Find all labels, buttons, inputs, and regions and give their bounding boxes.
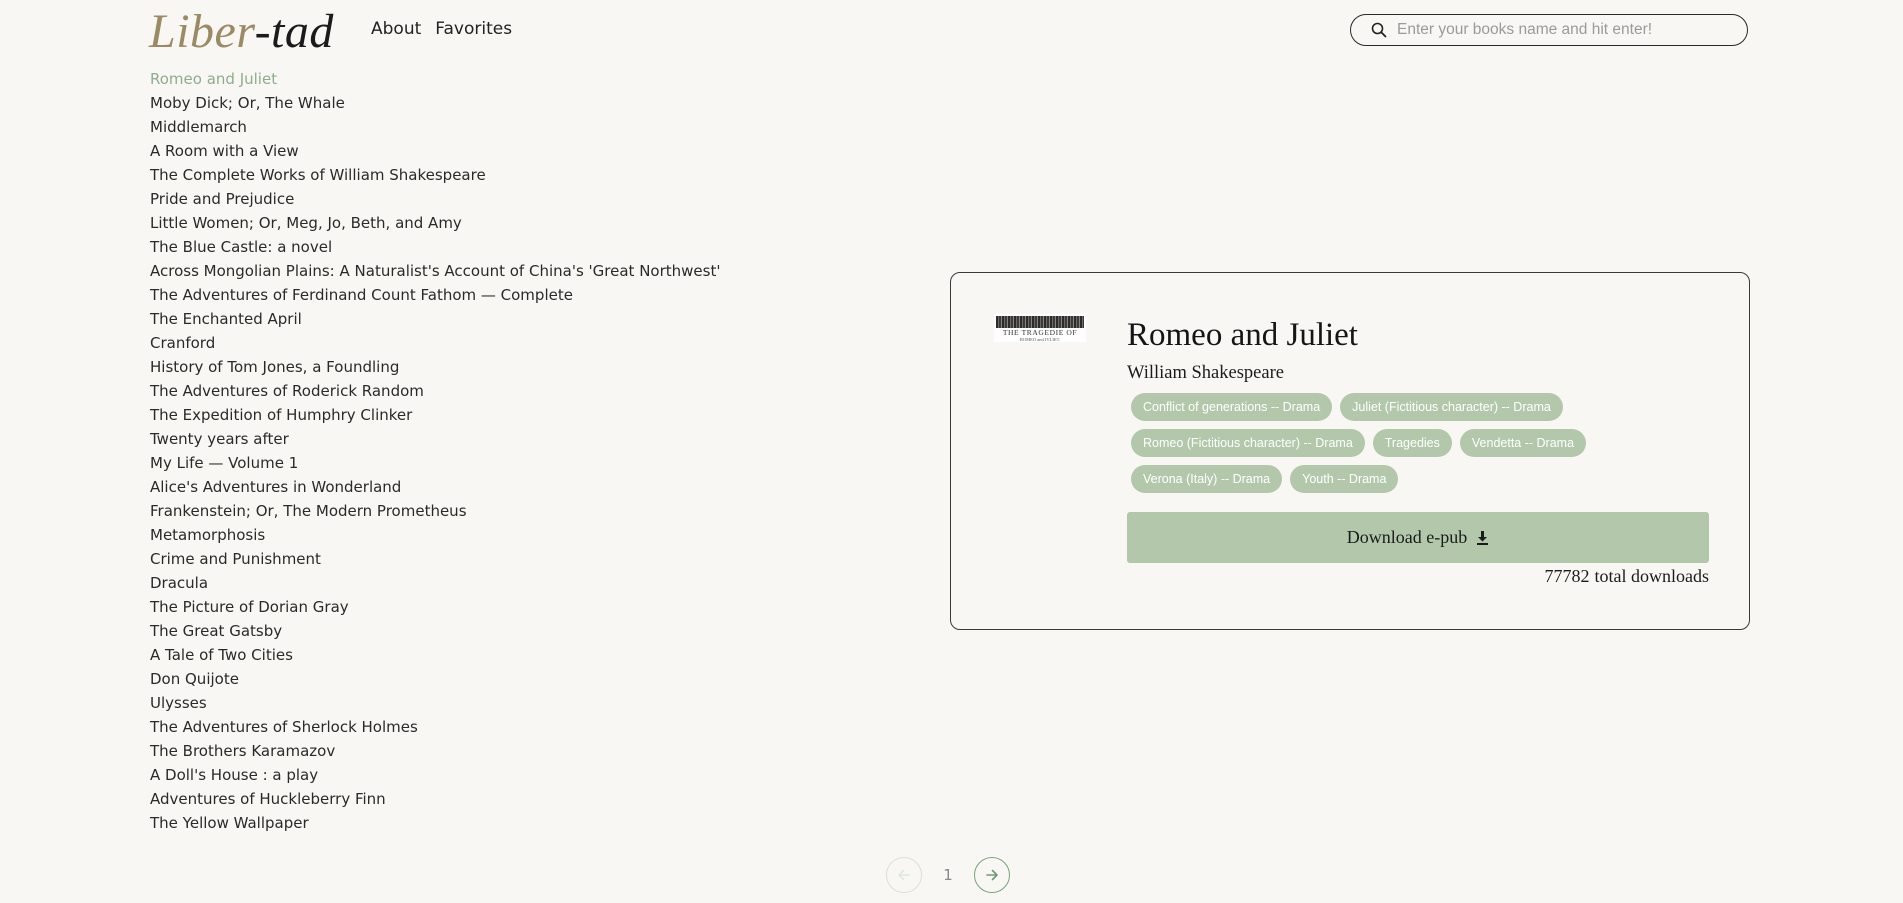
subject-tag[interactable]: Vendetta -- Drama <box>1459 429 1587 457</box>
logo-part-liber: Liber <box>149 5 255 58</box>
pagination: 1 <box>886 855 1010 895</box>
subject-tag[interactable]: Tragedies <box>1372 429 1452 457</box>
book-list-item[interactable]: Cranford <box>150 331 720 355</box>
book-list-item[interactable]: The Adventures of Sherlock Holmes <box>150 715 720 739</box>
book-list-item[interactable]: The Expedition of Humphry Clinker <box>150 403 720 427</box>
book-author: William Shakespeare <box>1127 363 1284 383</box>
main-nav: About Favorites <box>371 19 512 39</box>
book-list-item[interactable]: The Great Gatsby <box>150 619 720 643</box>
cover-title-text: THE TRAGEDIE OF <box>1002 328 1078 337</box>
book-list-item[interactable]: Across Mongolian Plains: A Naturalist's … <box>150 259 720 283</box>
book-list-item[interactable]: The Brothers Karamazov <box>150 739 720 763</box>
book-list-item[interactable]: The Complete Works of William Shakespear… <box>150 163 720 187</box>
book-list-item[interactable]: Frankenstein; Or, The Modern Prometheus <box>150 499 720 523</box>
book-list-item[interactable]: The Enchanted April <box>150 307 720 331</box>
subject-tag[interactable]: Youth -- Drama <box>1290 465 1399 493</box>
cover-subtitle-text: ROMEO and IVLIET. <box>1019 337 1061 342</box>
subject-tag[interactable]: Romeo (Fictitious character) -- Drama <box>1131 429 1365 457</box>
book-list-item[interactable]: Twenty years after <box>150 427 720 451</box>
book-list-item[interactable]: The Picture of Dorian Gray <box>150 595 720 619</box>
current-page-number: 1 <box>943 866 953 884</box>
cover-ornament <box>996 316 1084 328</box>
book-list-item[interactable]: Little Women; Or, Meg, Jo, Beth, and Amy <box>150 211 720 235</box>
book-list-item[interactable]: Don Quijote <box>150 667 720 691</box>
search-icon <box>1371 22 1387 38</box>
download-button-label: Download e-pub <box>1346 527 1468 547</box>
next-page-button[interactable] <box>974 857 1010 893</box>
book-list-item[interactable]: A Tale of Two Cities <box>150 643 720 667</box>
book-list-item[interactable]: The Blue Castle: a novel <box>150 235 720 259</box>
subject-tag[interactable]: Conflict of generations -- Drama <box>1131 393 1333 421</box>
book-list-item[interactable]: Pride and Prejudice <box>150 187 720 211</box>
nav-favorites-link[interactable]: Favorites <box>435 19 512 39</box>
download-epub-button[interactable]: Download e-pub <box>1127 512 1709 563</box>
book-list-item[interactable]: A Doll's House : a play <box>150 763 720 787</box>
download-icon <box>1477 530 1489 545</box>
book-title: Romeo and Juliet <box>1127 317 1358 353</box>
book-list-item[interactable]: Adventures of Huckleberry Finn <box>150 787 720 811</box>
header: Liber-tad About Favorites <box>0 0 1903 62</box>
book-list-item[interactable]: The Adventures of Ferdinand Count Fathom… <box>150 283 720 307</box>
book-list-item[interactable]: My Life — Volume 1 <box>150 451 720 475</box>
nav-about-link[interactable]: About <box>371 19 421 39</box>
download-count-number: 77782 <box>1544 566 1590 586</box>
subject-tag[interactable]: Juliet (Fictitious character) -- Drama <box>1340 393 1563 421</box>
book-list-item[interactable]: Romeo and Juliet <box>150 67 720 91</box>
arrow-right-icon <box>986 869 998 881</box>
arrow-left-icon <box>898 869 910 881</box>
book-list-item[interactable]: Alice's Adventures in Wonderland <box>150 475 720 499</box>
logo[interactable]: Liber-tad <box>149 4 334 60</box>
book-list-item[interactable]: Metamorphosis <box>150 523 720 547</box>
book-list-item[interactable]: History of Tom Jones, a Foundling <box>150 355 720 379</box>
book-list-item[interactable]: Dracula <box>150 571 720 595</box>
logo-part-tad: -tad <box>254 5 334 58</box>
book-list-item[interactable]: A Room with a View <box>150 139 720 163</box>
book-list-item[interactable]: Ulysses <box>150 691 720 715</box>
subject-tag[interactable]: Verona (Italy) -- Drama <box>1131 465 1283 493</box>
search-box <box>1350 14 1748 46</box>
book-list: Romeo and Juliet Moby Dick; Or, The Whale… <box>150 67 720 835</box>
download-count-label: total downloads <box>1594 566 1710 586</box>
book-list-item[interactable]: The Adventures of Roderick Random <box>150 379 720 403</box>
download-count: 77782 total downloads <box>1127 566 1710 587</box>
search-input[interactable] <box>1397 21 1747 39</box>
prev-page-button[interactable] <box>886 857 922 893</box>
book-list-item[interactable]: Moby Dick; Or, The Whale <box>150 91 720 115</box>
book-cover-image: THE TRAGEDIE OF ROMEO and IVLIET. <box>994 314 1086 342</box>
book-list-item[interactable]: The Yellow Wallpaper <box>150 811 720 835</box>
book-list-item[interactable]: Middlemarch <box>150 115 720 139</box>
book-list-item[interactable]: Crime and Punishment <box>150 547 720 571</box>
book-detail-card: THE TRAGEDIE OF ROMEO and IVLIET. Romeo … <box>950 272 1750 630</box>
subject-tags: Conflict of generations -- Drama Juliet (… <box>1131 393 1591 493</box>
